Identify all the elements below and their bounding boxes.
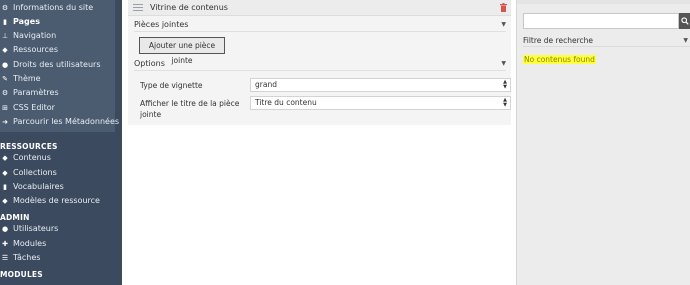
collection-icon: ◆ xyxy=(2,168,8,177)
thumbnail-type-select[interactable]: grand ▲ ▼ xyxy=(250,78,511,92)
show-title-value: Titre du contenu xyxy=(255,98,317,107)
users-icon: ● xyxy=(1,60,9,69)
book-icon: ▮ xyxy=(3,182,7,191)
sidebar-item-label: Navigation xyxy=(13,31,57,40)
attachments-title: Pièces jointes xyxy=(134,20,189,29)
sidebar-item-label: Utilisateurs xyxy=(13,224,59,233)
sidebar-item-label: CSS Editor xyxy=(13,103,55,112)
sidebar-item-ressources[interactable]: ◆ Ressources xyxy=(0,43,58,56)
drag-handle-icon[interactable] xyxy=(133,4,143,11)
plus-box-icon: ⊞ xyxy=(2,103,8,112)
sidebar-item-label: Modules xyxy=(13,239,47,248)
panel-header xyxy=(517,0,690,4)
search-input[interactable] xyxy=(523,13,679,29)
sidebar-item-label: Parcourir les Métadonnées xyxy=(13,117,120,126)
options-fieldset-toggle[interactable]: Options ▼ xyxy=(134,57,506,71)
sidebar-item-vocabulaires[interactable]: ▮ Vocabulaires xyxy=(0,180,64,193)
main-content: Vitrine de contenus Pièces jointes ▼ Ajo… xyxy=(122,0,516,285)
sidebar-item-label: Collections xyxy=(13,168,57,177)
sidebar-item-user-rights[interactable]: ● Droits des utilisateurs xyxy=(0,58,101,71)
sidebar-item-utilisateurs[interactable]: ● Utilisateurs xyxy=(0,222,58,235)
chevron-down-icon: ▼ xyxy=(683,36,688,44)
cubes-icon: ◆ xyxy=(2,45,8,54)
sidebar-item-label: Vocabulaires xyxy=(13,182,64,191)
sidebar-item-label: Modèles de ressource xyxy=(13,196,100,205)
cubes-icon: ◆ xyxy=(2,196,8,205)
sidebar-item-settings[interactable]: ⚙ Paramètres xyxy=(0,86,59,99)
search-filter-label: Filtre de recherche xyxy=(523,35,593,45)
sidebar-item-theme[interactable]: ✎ Thème xyxy=(0,72,41,85)
page-icon: ▮ xyxy=(3,17,7,26)
sidebar-item-navigation[interactable]: ⊥ Navigation xyxy=(0,29,56,42)
search-icon xyxy=(681,17,689,25)
show-title-select[interactable]: Titre du contenu ▲ ▼ xyxy=(250,96,511,110)
chevron-down-icon: ▼ xyxy=(501,60,506,67)
sidebar-item-css-editor[interactable]: ⊞ CSS Editor xyxy=(0,101,55,114)
block-title: Vitrine de contenus xyxy=(150,3,228,12)
sidebar-item-resource-templates[interactable]: ◆ Modèles de ressource xyxy=(0,194,100,207)
media-embed-block: Vitrine de contenus Pièces jointes ▼ Ajo… xyxy=(128,0,511,125)
sidebar-item-label: Pages xyxy=(13,17,40,26)
options-title: Options xyxy=(134,59,165,68)
highlighted-text: No contenus found xyxy=(523,55,596,64)
section-title-modules: MODULES xyxy=(0,270,43,279)
search-button[interactable] xyxy=(679,13,690,29)
sidebar: ⚙ Informations du site ▮ Pages ⊥ Navigat… xyxy=(0,0,122,285)
resource-selector-panel: Filtre de recherche ▼ No contenus found xyxy=(516,0,690,285)
add-attachment-button[interactable]: Ajouter une pièce jointe xyxy=(139,37,225,65)
arrow-circle-icon: ➜ xyxy=(2,117,8,126)
trash-icon[interactable] xyxy=(500,3,507,12)
empty-results-message: No contenus found xyxy=(523,55,596,64)
attachments-fieldset-toggle[interactable]: Pièces jointes ▼ xyxy=(134,18,506,32)
chevron-down-icon: ▼ xyxy=(501,21,506,28)
cogs-icon: ⚙ xyxy=(1,3,9,12)
sidebar-item-contenus[interactable]: ◆ Contenus xyxy=(0,151,51,164)
sidebar-item-label: Ressources xyxy=(13,45,59,54)
sidebar-item-label: Paramètres xyxy=(13,88,59,97)
select-arrows-icon: ▲ ▼ xyxy=(503,97,507,108)
sitemap-icon: ⊥ xyxy=(1,31,9,40)
user-icon: ● xyxy=(1,224,9,233)
sidebar-item-label: Thème xyxy=(13,74,41,83)
sidebar-item-label: Informations du site xyxy=(13,3,94,12)
sidebar-item-modules[interactable]: ✚ Modules xyxy=(0,237,46,250)
sidebar-item-browse-metadata[interactable]: ➜ Parcourir les Métadonnées xyxy=(0,115,119,128)
tasks-icon: ☰ xyxy=(1,253,9,262)
sidebar-item-pages[interactable]: ▮ Pages xyxy=(0,15,40,28)
search-filter-toggle[interactable]: Filtre de recherche ▼ xyxy=(523,34,690,47)
sidebar-item-label: Tâches xyxy=(13,253,41,262)
select-arrows-icon: ▲ ▼ xyxy=(503,79,507,90)
sidebar-item-label: Contenus xyxy=(13,153,51,162)
block-header: Vitrine de contenus xyxy=(128,0,511,16)
sidebar-item-label: Droits des utilisateurs xyxy=(13,60,101,69)
puzzle-icon: ✚ xyxy=(2,239,8,248)
show-title-label: Afficher le titre de la pièce jointe xyxy=(140,99,240,119)
cube-icon: ◆ xyxy=(2,153,8,162)
brush-icon: ✎ xyxy=(2,74,8,83)
thumbnail-type-label: Type de vignette xyxy=(140,81,203,90)
sidebar-item-site-info[interactable]: ⚙ Informations du site xyxy=(0,1,93,14)
thumbnail-type-value: grand xyxy=(255,80,277,89)
sidebar-item-collections[interactable]: ◆ Collections xyxy=(0,166,57,179)
cogs-icon: ⚙ xyxy=(1,88,9,97)
sidebar-item-taches[interactable]: ☰ Tâches xyxy=(0,251,41,264)
